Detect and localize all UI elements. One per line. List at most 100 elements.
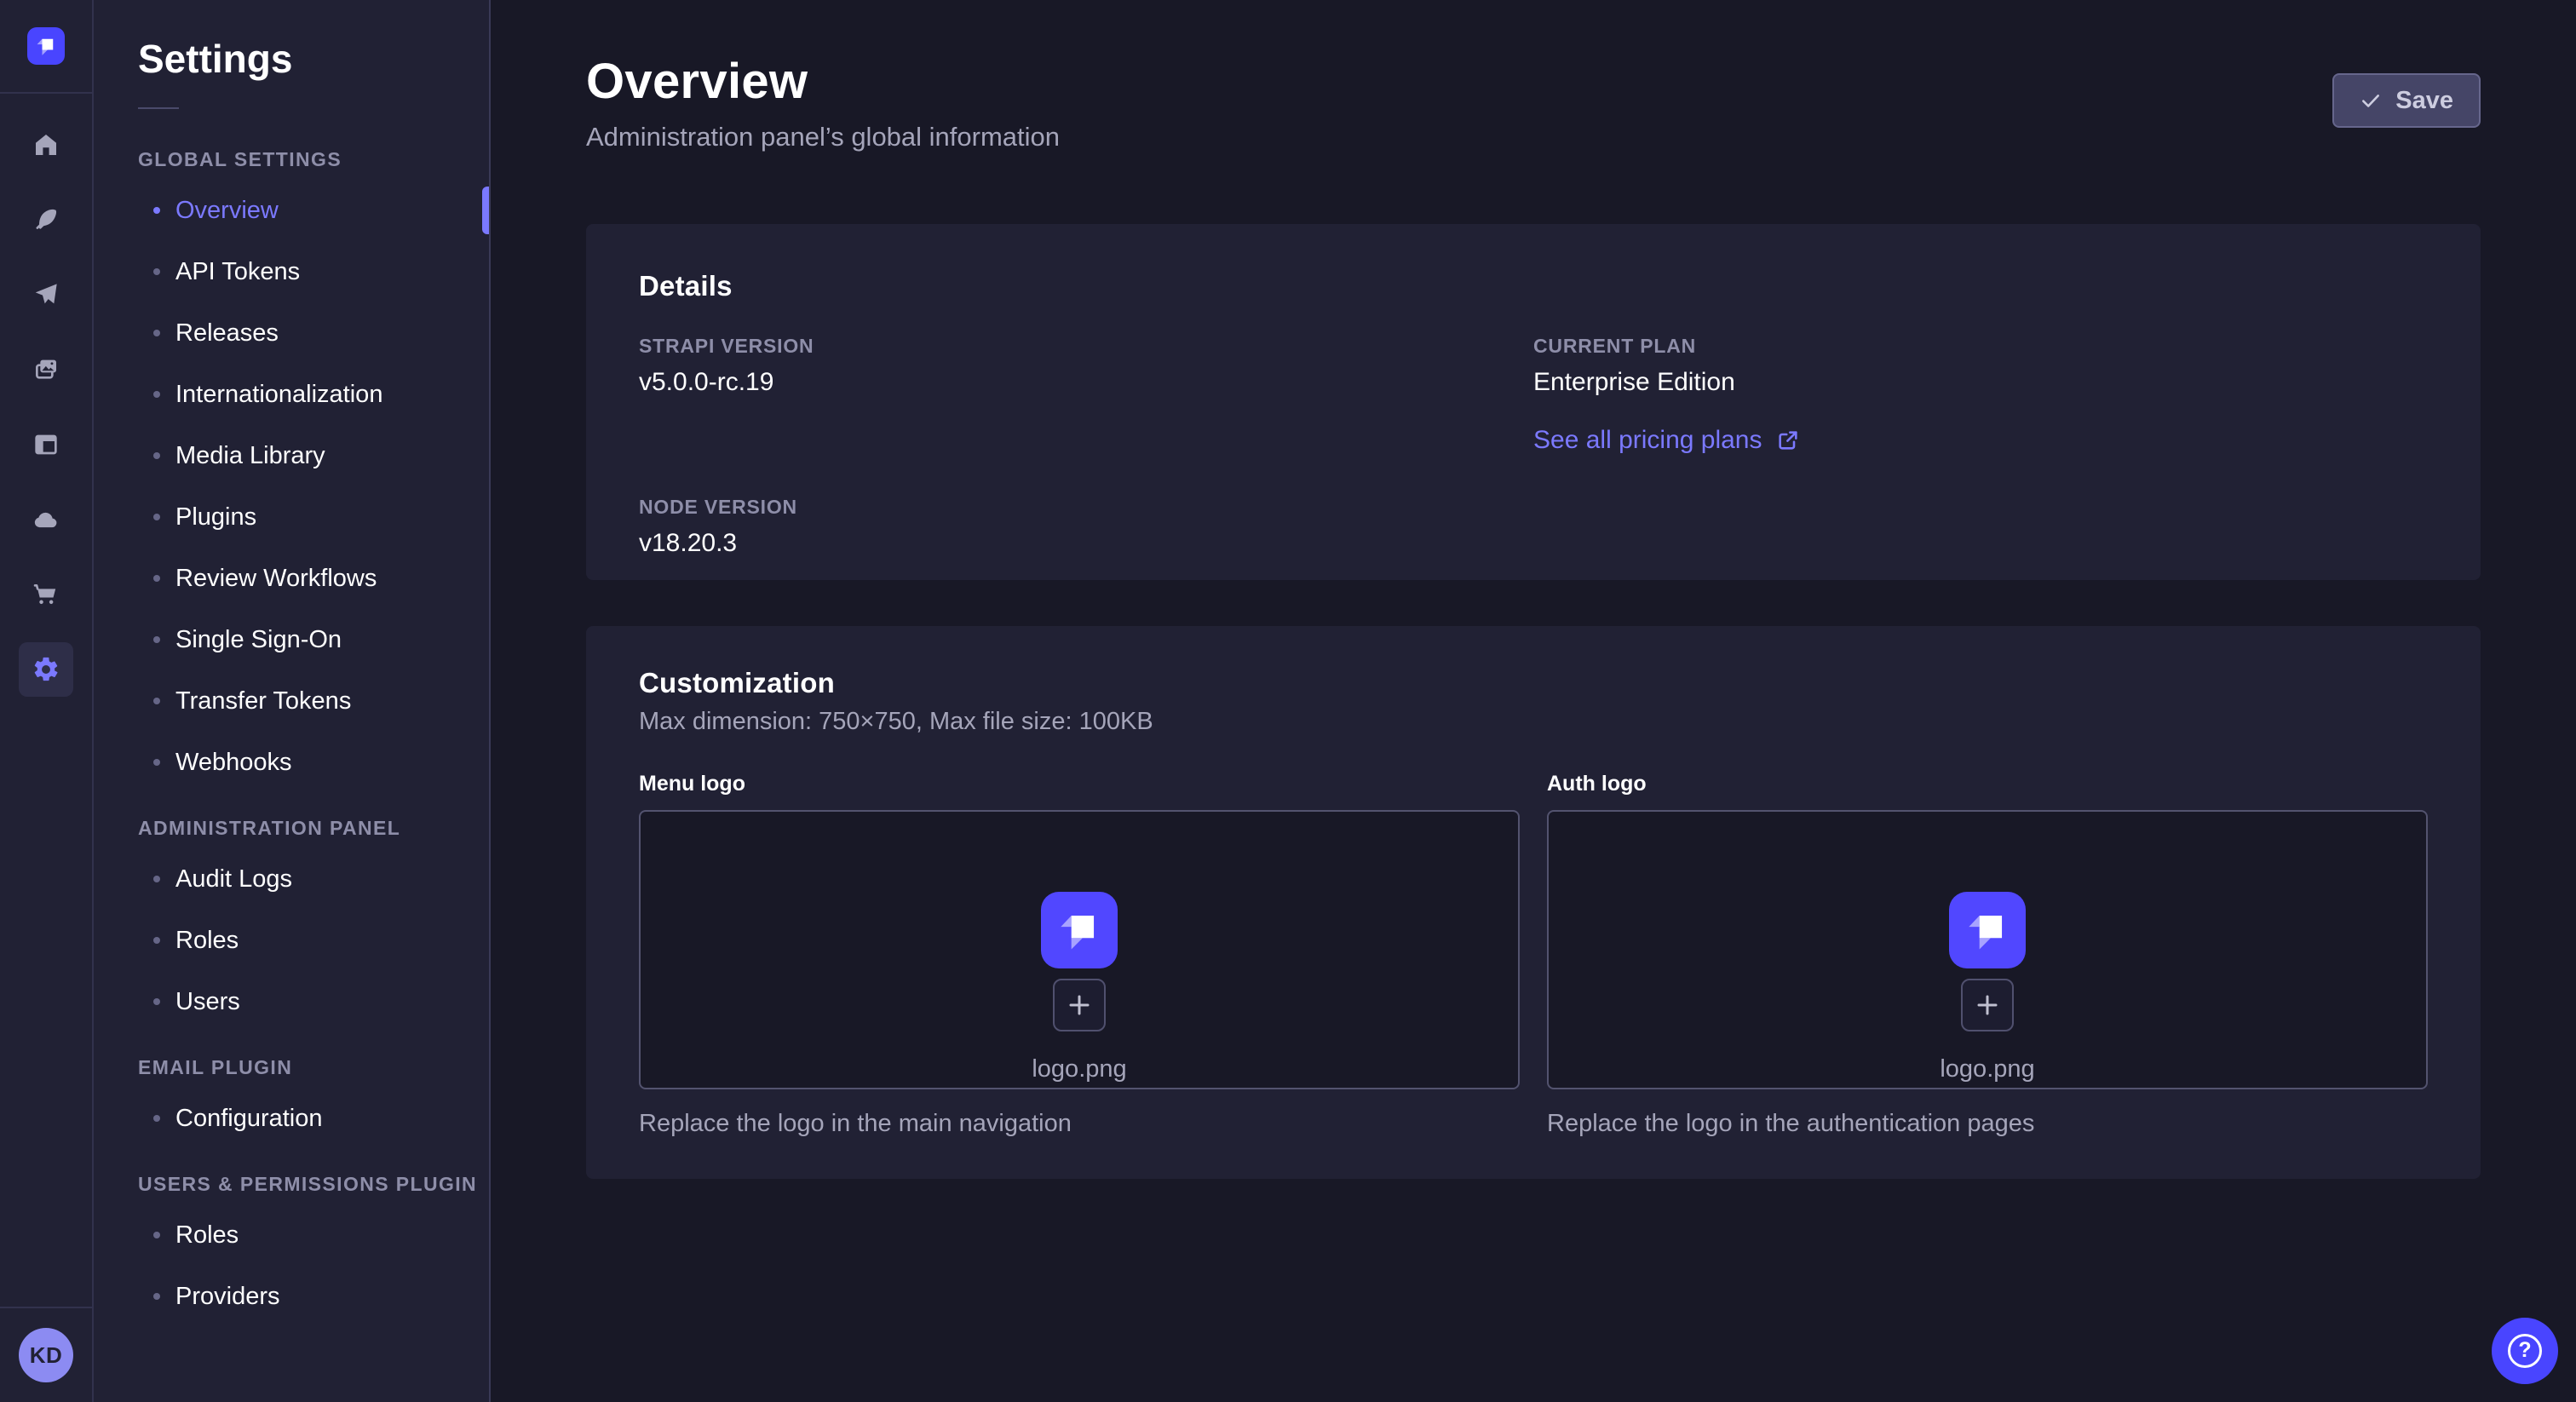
strapi-version-field: STRAPI VERSION v5.0.0-rc.19 — [639, 335, 1533, 455]
strapi-admin-app: KD Settings GLOBAL SETTINGS Overview API… — [0, 0, 2576, 1402]
menu-logo-hint: Replace the logo in the main navigation — [639, 1110, 1520, 1138]
external-link-icon — [1776, 428, 1800, 452]
subnav-item-api-tokens[interactable]: API Tokens — [94, 241, 489, 302]
save-button[interactable]: Save — [2332, 73, 2481, 128]
bullet-icon — [153, 1293, 160, 1300]
subnav-divider — [138, 107, 179, 109]
pricing-plans-link-label: See all pricing plans — [1533, 426, 1762, 455]
marketplace-cart-icon[interactable] — [0, 557, 92, 632]
bullet-icon — [153, 876, 160, 882]
menu-logo-field: Menu logo — [639, 772, 1520, 1138]
page-header-text: Overview Administration panel’s global i… — [586, 53, 1060, 152]
subnav-item-label: Review Workflows — [175, 565, 377, 593]
rail-bottom-section: KD — [0, 1307, 92, 1402]
current-plan-value: Enterprise Edition — [1533, 368, 2428, 397]
subnav-item-admin-roles[interactable]: Roles — [94, 910, 489, 971]
subnav-item-label: Configuration — [175, 1105, 323, 1133]
node-version-field: NODE VERSION v18.20.3 — [639, 496, 1533, 558]
node-version-value: v18.20.3 — [639, 529, 1533, 558]
auth-logo-filename: logo.png — [1940, 1055, 2034, 1083]
pricing-plans-link[interactable]: See all pricing plans — [1533, 426, 1800, 455]
subnav-item-admin-users[interactable]: Users — [94, 971, 489, 1032]
check-icon — [2360, 89, 2382, 112]
page-subtitle: Administration panel’s global informatio… — [586, 122, 1060, 152]
subnav-item-label: Plugins — [175, 503, 256, 531]
user-avatar[interactable]: KD — [19, 1328, 73, 1382]
email-plugin-list: Configuration — [94, 1088, 489, 1149]
strapi-logo-icon — [27, 27, 65, 65]
subnav-item-label: Transfer Tokens — [175, 687, 351, 715]
users-permissions-list: Roles Providers — [94, 1204, 489, 1327]
customization-card: Customization Max dimension: 750×750, Ma… — [586, 626, 2481, 1179]
settings-nav-button[interactable] — [0, 632, 92, 707]
details-grid-spacer — [1533, 496, 2428, 558]
subnav-item-audit-logs[interactable]: Audit Logs — [94, 848, 489, 910]
subnav-item-media-library[interactable]: Media Library — [94, 425, 489, 486]
cloud-icon[interactable] — [0, 482, 92, 557]
bullet-icon — [153, 268, 160, 275]
subnav-item-label: Releases — [175, 319, 279, 348]
bullet-icon — [153, 1115, 160, 1122]
auth-logo-hint: Replace the logo in the authentication p… — [1547, 1110, 2428, 1138]
node-version-label: NODE VERSION — [639, 496, 1533, 519]
content-manager-icon[interactable] — [0, 407, 92, 482]
subnav-item-releases[interactable]: Releases — [94, 302, 489, 364]
auth-logo-label: Auth logo — [1547, 772, 2428, 796]
strapi-logo-preview-icon — [1949, 892, 2026, 968]
help-button[interactable]: ? — [2492, 1318, 2558, 1384]
plus-icon — [1975, 992, 2000, 1018]
subnav-item-single-sign-on[interactable]: Single Sign-On — [94, 609, 489, 670]
subnav-item-label: Single Sign-On — [175, 626, 342, 654]
subnav-item-up-roles[interactable]: Roles — [94, 1204, 489, 1266]
global-settings-list: Overview API Tokens Releases Internation… — [94, 180, 489, 793]
active-indicator-bar — [482, 187, 489, 234]
subnav-title: Settings — [138, 36, 489, 82]
bullet-icon — [153, 759, 160, 766]
subnav-item-internationalization[interactable]: Internationalization — [94, 364, 489, 425]
subnav-item-label: Webhooks — [175, 749, 292, 777]
strapi-logo-preview-icon — [1041, 892, 1118, 968]
bullet-icon — [153, 636, 160, 643]
content-area: Details STRAPI VERSION v5.0.0-rc.19 CURR… — [491, 224, 2576, 1179]
bullet-icon — [153, 998, 160, 1005]
send-icon[interactable] — [0, 257, 92, 332]
customization-card-title: Customization — [639, 667, 2428, 699]
media-library-icon[interactable] — [0, 332, 92, 407]
subnav-item-review-workflows[interactable]: Review Workflows — [94, 548, 489, 609]
details-card: Details STRAPI VERSION v5.0.0-rc.19 CURR… — [586, 224, 2481, 580]
bullet-icon — [153, 330, 160, 336]
subnav-item-overview[interactable]: Overview — [94, 180, 489, 241]
subnav-item-label: Roles — [175, 1221, 239, 1250]
section-label-global-settings: GLOBAL SETTINGS — [138, 148, 489, 171]
bullet-icon — [153, 207, 160, 214]
add-logo-button[interactable] — [1053, 979, 1106, 1031]
subnav-item-webhooks[interactable]: Webhooks — [94, 732, 489, 793]
main-content: Overview Administration panel’s global i… — [491, 0, 2576, 1402]
menu-logo-dropzone[interactable]: logo.png — [639, 810, 1520, 1089]
subnav-item-label: Audit Logs — [175, 865, 292, 893]
strapi-version-label: STRAPI VERSION — [639, 335, 1533, 358]
subnav-item-transfer-tokens[interactable]: Transfer Tokens — [94, 670, 489, 732]
subnav-item-label: Roles — [175, 927, 239, 955]
auth-logo-dropzone[interactable]: logo.png — [1547, 810, 2428, 1089]
bullet-icon — [153, 937, 160, 944]
subnav-item-up-providers[interactable]: Providers — [94, 1266, 489, 1327]
home-icon[interactable] — [0, 107, 92, 182]
section-label-administration-panel: ADMINISTRATION PANEL — [138, 817, 489, 840]
save-button-label: Save — [2395, 87, 2453, 115]
strapi-version-value: v5.0.0-rc.19 — [639, 368, 1533, 397]
main-nav-rail: KD — [0, 0, 94, 1402]
details-grid: STRAPI VERSION v5.0.0-rc.19 CURRENT PLAN… — [639, 335, 2428, 558]
subnav-item-plugins[interactable]: Plugins — [94, 486, 489, 548]
settings-gear-icon — [19, 642, 73, 697]
help-question-icon: ? — [2508, 1334, 2542, 1368]
rail-icon-list — [0, 107, 92, 707]
bullet-icon — [153, 1232, 160, 1238]
bullet-icon — [153, 514, 160, 520]
bullet-icon — [153, 575, 160, 582]
add-logo-button[interactable] — [1961, 979, 2014, 1031]
workspace-logo-box[interactable] — [0, 0, 92, 94]
settings-subnav: Settings GLOBAL SETTINGS Overview API To… — [94, 0, 491, 1402]
feather-icon[interactable] — [0, 182, 92, 257]
subnav-item-email-configuration[interactable]: Configuration — [94, 1088, 489, 1149]
